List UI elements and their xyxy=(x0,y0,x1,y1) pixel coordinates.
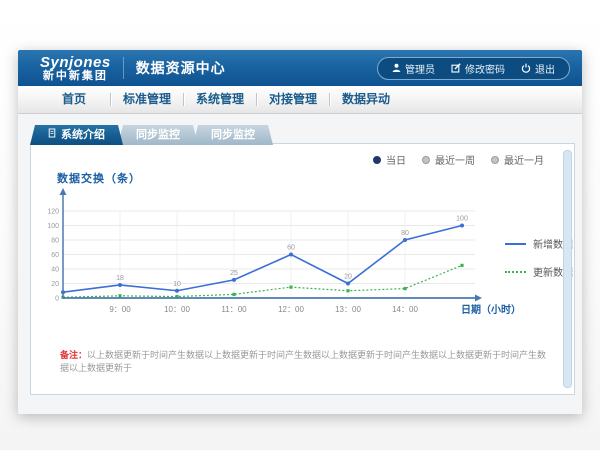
power-icon xyxy=(521,63,531,73)
tab-bar: 系统介绍 同步监控 同步监控 xyxy=(30,124,268,145)
tab-sync-monitor-2[interactable]: 同步监控 xyxy=(193,125,273,145)
line-chart: 0204060801001209：0010：0011：0012：0013：001… xyxy=(55,186,575,328)
nav-item-system-mgmt[interactable]: 系统管理 xyxy=(184,86,256,113)
footnote-text: 以上数据更新于时间产生数据以上数据更新于时间产生数据以上数据更新于时间产生数据以… xyxy=(60,350,546,373)
period-filter-group: 当日 最近一周 最近一月 xyxy=(373,152,544,167)
filter-today-label: 当日 xyxy=(386,152,406,167)
user-menu-admin-label: 管理员 xyxy=(405,61,435,76)
main-nav: 首页 标准管理 系统管理 对接管理 数据异动 xyxy=(18,86,582,114)
filter-last-month[interactable]: 最近一月 xyxy=(491,152,544,167)
user-menu-change-password[interactable]: 修改密码 xyxy=(443,61,513,76)
tab-label: 同步监控 xyxy=(136,125,180,145)
svg-text:11：00: 11：00 xyxy=(221,305,247,314)
user-menu-admin[interactable]: 管理员 xyxy=(384,61,443,76)
user-icon xyxy=(392,63,401,73)
user-menu-change-password-label: 修改密码 xyxy=(465,61,505,76)
footnote-prefix: 备注： xyxy=(60,350,87,360)
radio-unselected-icon xyxy=(422,156,430,164)
radio-unselected-icon xyxy=(491,156,499,164)
svg-text:0: 0 xyxy=(55,296,59,303)
svg-text:40: 40 xyxy=(51,267,59,274)
tab-label: 同步监控 xyxy=(211,125,255,145)
header-divider xyxy=(123,57,124,79)
edit-icon xyxy=(451,63,461,73)
svg-text:20: 20 xyxy=(344,274,352,281)
svg-text:13：00: 13：00 xyxy=(335,305,361,314)
app-window: Synjones 新中新集团 数据资源中心 管理员 修改密码 xyxy=(18,50,582,414)
svg-text:80: 80 xyxy=(51,238,59,245)
logo-text-cn: 新中新集团 xyxy=(40,71,111,82)
panel-scrollbar[interactable] xyxy=(563,150,572,388)
nav-item-standard-mgmt[interactable]: 标准管理 xyxy=(111,86,183,113)
svg-text:9：00: 9：00 xyxy=(109,305,131,314)
user-menu: 管理员 修改密码 退出 xyxy=(377,57,570,80)
document-icon xyxy=(48,125,56,145)
tab-system-intro[interactable]: 系统介绍 xyxy=(30,125,123,145)
svg-text:18: 18 xyxy=(116,275,124,282)
app-header: Synjones 新中新集团 数据资源中心 管理员 修改密码 xyxy=(18,50,582,86)
logo-text-en: Synjones xyxy=(40,55,111,70)
green-dotted-line-sample xyxy=(505,271,526,273)
svg-text:120: 120 xyxy=(47,209,59,216)
svg-text:60: 60 xyxy=(51,252,59,259)
svg-text:日期（小时）: 日期（小时） xyxy=(461,303,521,316)
nav-item-interface-mgmt[interactable]: 对接管理 xyxy=(257,86,329,113)
svg-text:80: 80 xyxy=(401,230,409,237)
svg-text:10: 10 xyxy=(173,281,181,288)
svg-text:25: 25 xyxy=(230,270,238,277)
svg-text:60: 60 xyxy=(287,245,295,252)
svg-text:14：00: 14：00 xyxy=(392,305,418,314)
blue-line-sample xyxy=(505,243,526,245)
svg-text:100: 100 xyxy=(47,223,59,230)
footnote: 备注：以上数据更新于时间产生数据以上数据更新于时间产生数据以上数据更新于时间产生… xyxy=(60,349,554,374)
y-axis-title: 数据交换（条） xyxy=(57,170,141,186)
filter-today[interactable]: 当日 xyxy=(373,152,406,167)
nav-item-home[interactable]: 首页 xyxy=(38,86,110,113)
svg-text:10：00: 10：00 xyxy=(164,305,190,314)
nav-item-data-change[interactable]: 数据异动 xyxy=(330,86,402,113)
radio-selected-icon xyxy=(373,156,381,164)
filter-last-week[interactable]: 最近一周 xyxy=(422,152,475,167)
svg-text:100: 100 xyxy=(456,216,468,223)
tab-label: 系统介绍 xyxy=(61,125,105,145)
app-title: 数据资源中心 xyxy=(136,58,226,78)
filter-last-month-label: 最近一月 xyxy=(504,152,544,167)
tab-sync-monitor-1[interactable]: 同步监控 xyxy=(118,125,198,145)
user-menu-logout-label: 退出 xyxy=(535,61,555,76)
svg-text:20: 20 xyxy=(51,281,59,288)
svg-text:12：00: 12：00 xyxy=(278,305,304,314)
logo: Synjones 新中新集团 xyxy=(40,55,111,82)
chart-panel: 当日 最近一周 最近一月 数据交换（条） 0 20 40 60 80 100 120 9：00… xyxy=(30,143,575,395)
filter-last-week-label: 最近一周 xyxy=(435,152,475,167)
user-menu-logout[interactable]: 退出 xyxy=(513,61,563,76)
